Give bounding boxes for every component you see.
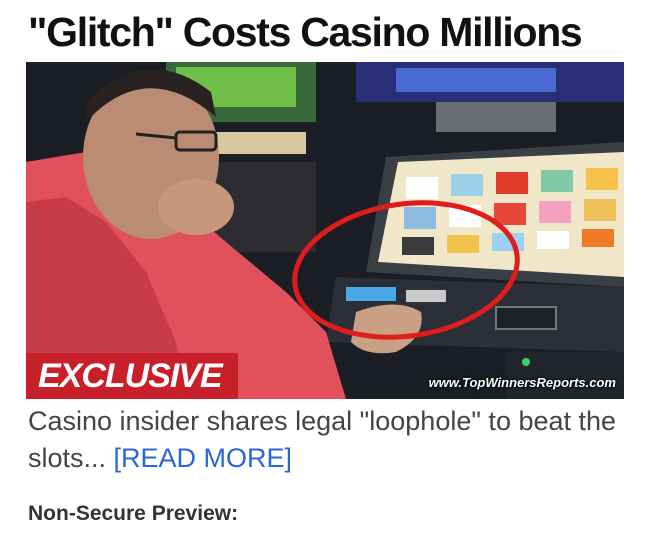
non-secure-preview-label: Non-Secure Preview: <box>28 502 239 525</box>
slot-machine-photo <box>26 62 624 399</box>
ad-headline[interactable]: "Glitch" Costs Casino Millions <box>28 6 638 58</box>
exclusive-badge: EXCLUSIVE <box>26 353 238 399</box>
ad-teaser[interactable]: Casino insider shares legal "loophole" t… <box>28 403 638 477</box>
ad-widget: "Glitch" Costs Casino Millions EXCLUSIVE… <box>0 0 660 540</box>
read-more-link[interactable]: [READ MORE] <box>114 443 293 473</box>
ad-photo[interactable]: EXCLUSIVE www.TopWinnersReports.com <box>26 62 624 399</box>
source-watermark: www.TopWinnersReports.com <box>428 375 616 390</box>
